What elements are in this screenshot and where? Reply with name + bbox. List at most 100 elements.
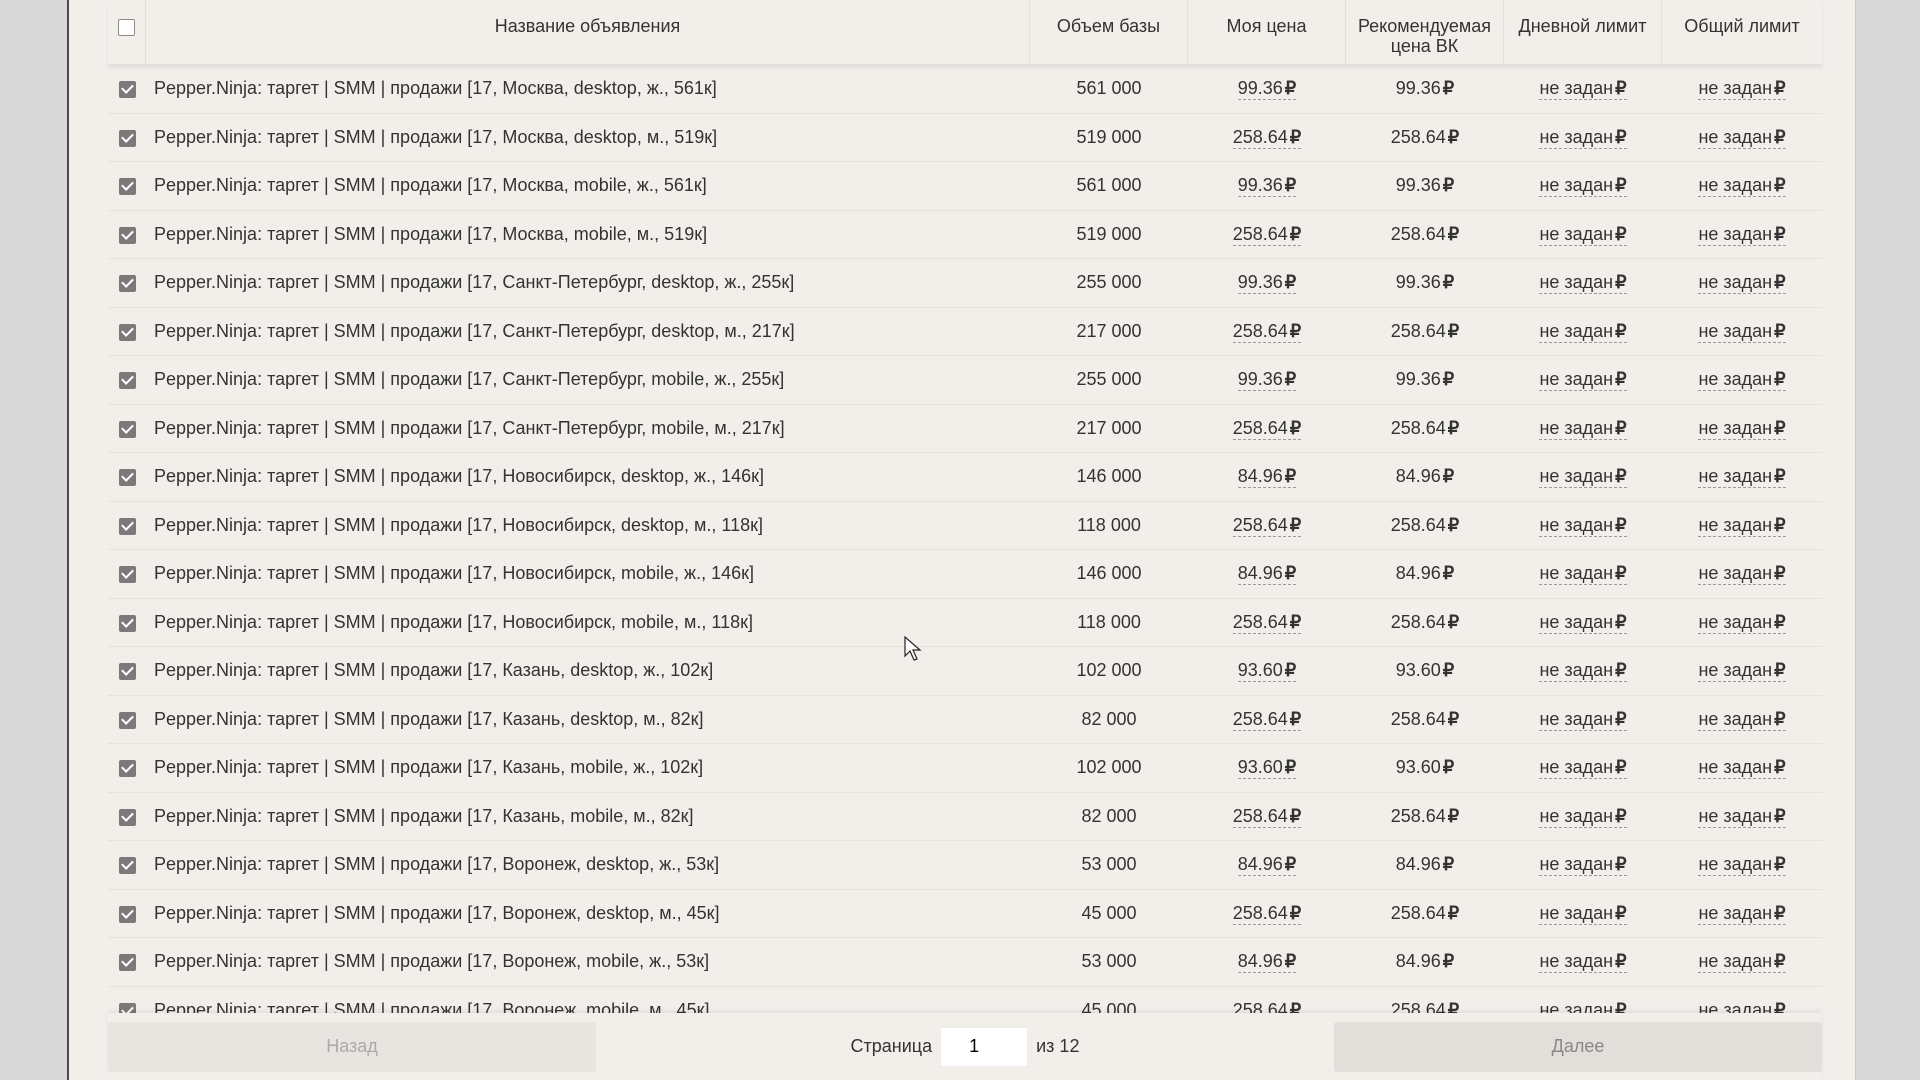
header-daily-limit[interactable]: Дневной лимит bbox=[1504, 0, 1662, 64]
my-price-editable[interactable]: 258.64 ₽ bbox=[1232, 223, 1302, 246]
my-price-editable[interactable]: 258.64 ₽ bbox=[1232, 708, 1302, 731]
header-ad-name[interactable]: Название объявления bbox=[146, 0, 1030, 64]
my-price-editable[interactable]: 93.60 ₽ bbox=[1237, 660, 1297, 683]
header-volume[interactable]: Объем базы bbox=[1030, 0, 1188, 64]
my-price-editable[interactable]: 258.64 ₽ bbox=[1232, 611, 1302, 634]
total-limit-editable[interactable]: не задан ₽ bbox=[1698, 708, 1786, 731]
total-limit-editable[interactable]: не задан ₽ bbox=[1698, 854, 1786, 877]
prev-page-button[interactable]: Назад bbox=[108, 1021, 596, 1072]
daily-limit-editable[interactable]: не задан ₽ bbox=[1539, 660, 1627, 683]
daily-limit-editable[interactable]: не задан ₽ bbox=[1539, 563, 1627, 586]
daily-limit-editable[interactable]: не задан ₽ bbox=[1539, 611, 1627, 634]
row-checkbox[interactable] bbox=[118, 566, 136, 583]
daily-limit-editable[interactable]: не задан ₽ bbox=[1539, 708, 1627, 731]
daily-limit-editable[interactable]: не задан ₽ bbox=[1539, 757, 1627, 780]
audience-volume: 102 000 bbox=[1076, 660, 1142, 681]
total-limit-value: не задан bbox=[1698, 563, 1773, 584]
row-checkbox[interactable] bbox=[118, 420, 136, 438]
daily-limit-cell: не задан ₽ bbox=[1504, 854, 1662, 877]
audience-volume: 146 000 bbox=[1076, 563, 1142, 584]
daily-limit-editable[interactable]: не задан ₽ bbox=[1539, 320, 1627, 343]
my-price-editable[interactable]: 84.96 ₽ bbox=[1237, 466, 1297, 489]
daily-limit-editable[interactable]: не задан ₽ bbox=[1539, 951, 1627, 974]
row-checkbox[interactable] bbox=[118, 469, 136, 486]
total-limit-editable[interactable]: не задан ₽ bbox=[1698, 805, 1786, 828]
total-limit-editable[interactable]: не задан ₽ bbox=[1698, 126, 1786, 149]
daily-limit-editable[interactable]: не задан ₽ bbox=[1539, 854, 1627, 877]
daily-limit-editable[interactable]: не задан ₽ bbox=[1539, 175, 1627, 198]
daily-limit-editable[interactable]: не задан ₽ bbox=[1539, 805, 1627, 828]
daily-limit-editable[interactable]: не задан ₽ bbox=[1539, 272, 1627, 295]
page-number-input[interactable] bbox=[940, 1026, 1029, 1067]
my-price-editable[interactable]: 258.64 ₽ bbox=[1232, 902, 1302, 925]
header-total-limit[interactable]: Общий лимит bbox=[1662, 0, 1822, 64]
row-checkbox[interactable] bbox=[118, 517, 136, 535]
row-checkbox[interactable] bbox=[118, 663, 136, 680]
my-price-editable[interactable]: 84.96 ₽ bbox=[1237, 951, 1297, 974]
row-checkbox[interactable] bbox=[118, 226, 136, 244]
row-checkbox[interactable] bbox=[118, 857, 136, 874]
daily-limit-editable[interactable]: не задан ₽ bbox=[1539, 466, 1627, 489]
my-price-editable[interactable]: 99.36 ₽ bbox=[1237, 272, 1297, 295]
ruble-icon: ₽ bbox=[1774, 611, 1786, 632]
next-page-button[interactable]: Далее bbox=[1334, 1021, 1822, 1072]
my-price-editable[interactable]: 258.64 ₽ bbox=[1232, 805, 1302, 828]
row-checkbox[interactable] bbox=[118, 808, 136, 826]
row-checkbox[interactable] bbox=[118, 81, 136, 98]
row-checkbox[interactable] bbox=[118, 760, 136, 777]
daily-limit-editable[interactable]: не задан ₽ bbox=[1539, 369, 1627, 392]
my-price-editable[interactable]: 84.96 ₽ bbox=[1237, 854, 1297, 877]
daily-limit-editable[interactable]: не задан ₽ bbox=[1539, 417, 1627, 440]
row-checkbox[interactable] bbox=[118, 323, 136, 341]
header-recommended-price[interactable]: Рекомендуемая цена ВК bbox=[1346, 0, 1504, 64]
my-price-editable[interactable]: 99.36 ₽ bbox=[1237, 78, 1297, 101]
daily-limit-editable[interactable]: не задан ₽ bbox=[1539, 514, 1627, 537]
row-checkbox[interactable] bbox=[118, 275, 136, 292]
daily-limit-editable[interactable]: не задан ₽ bbox=[1539, 223, 1627, 246]
my-price-editable[interactable]: 99.36 ₽ bbox=[1237, 175, 1297, 198]
total-limit-editable[interactable]: не задан ₽ bbox=[1698, 660, 1786, 683]
daily-limit-editable[interactable]: не задан ₽ bbox=[1539, 126, 1627, 149]
total-limit-editable[interactable]: не задан ₽ bbox=[1698, 417, 1786, 440]
ruble-icon: ₽ bbox=[1615, 272, 1627, 293]
select-all-checkbox[interactable] bbox=[118, 18, 135, 36]
my-price-editable[interactable]: 258.64 ₽ bbox=[1232, 417, 1302, 440]
daily-limit-editable[interactable]: не задан ₽ bbox=[1539, 902, 1627, 925]
row-checkbox[interactable] bbox=[118, 614, 136, 632]
row-checkbox[interactable] bbox=[118, 372, 136, 389]
total-limit-editable[interactable]: не задан ₽ bbox=[1698, 272, 1786, 295]
total-limit-editable[interactable]: не задан ₽ bbox=[1698, 223, 1786, 246]
ruble-icon: ₽ bbox=[1447, 805, 1460, 826]
my-price-editable[interactable]: 84.96 ₽ bbox=[1237, 563, 1297, 586]
row-checkbox[interactable] bbox=[118, 905, 136, 923]
my-price-editable[interactable]: 99.36 ₽ bbox=[1237, 369, 1297, 392]
ruble-icon: ₽ bbox=[1615, 126, 1627, 147]
total-limit-cell: не задан ₽ bbox=[1662, 854, 1822, 877]
total-limit-editable[interactable]: не задан ₽ bbox=[1698, 757, 1786, 780]
daily-limit-editable[interactable]: не задан ₽ bbox=[1539, 78, 1627, 101]
my-price-editable[interactable]: 258.64 ₽ bbox=[1232, 514, 1302, 537]
my-price-editable[interactable]: 258.64 ₽ bbox=[1232, 126, 1302, 149]
total-limit-editable[interactable]: не задан ₽ bbox=[1698, 514, 1786, 537]
row-checkbox[interactable] bbox=[118, 129, 136, 147]
header-recommended-price-line1: Рекомендуемая bbox=[1357, 16, 1492, 36]
total-limit-editable[interactable]: не задан ₽ bbox=[1698, 902, 1786, 925]
total-limit-editable[interactable]: не задан ₽ bbox=[1698, 175, 1786, 198]
total-limit-editable[interactable]: не задан ₽ bbox=[1698, 369, 1786, 392]
total-limit-editable[interactable]: не задан ₽ bbox=[1698, 563, 1786, 586]
total-limit-editable[interactable]: не задан ₽ bbox=[1698, 466, 1786, 489]
total-limit-editable[interactable]: не задан ₽ bbox=[1698, 78, 1786, 101]
my-price-editable[interactable]: 258.64 ₽ bbox=[1232, 320, 1302, 343]
total-limit-cell: не задан ₽ bbox=[1662, 78, 1822, 101]
row-checkbox[interactable] bbox=[118, 954, 136, 971]
total-limit-cell: не задан ₽ bbox=[1662, 563, 1822, 586]
header-my-price[interactable]: Моя цена bbox=[1188, 0, 1346, 64]
audience-volume: 519 000 bbox=[1076, 223, 1142, 244]
total-limit-editable[interactable]: не задан ₽ bbox=[1698, 611, 1786, 634]
my-price-editable[interactable]: 93.60 ₽ bbox=[1237, 757, 1297, 780]
my-price-value: 99.36 bbox=[1237, 175, 1283, 196]
total-limit-editable[interactable]: не задан ₽ bbox=[1698, 320, 1786, 343]
row-checkbox[interactable] bbox=[118, 711, 136, 729]
row-checkbox[interactable] bbox=[118, 178, 136, 195]
total-limit-editable[interactable]: не задан ₽ bbox=[1698, 951, 1786, 974]
